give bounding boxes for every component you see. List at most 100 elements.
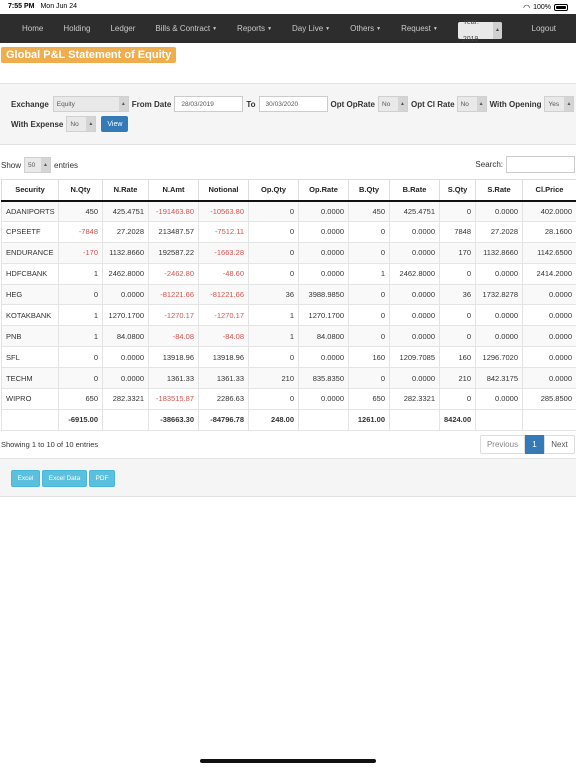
cell-n-amt: 213487.57 [148,220,199,243]
nav-day-live[interactable]: Day Live ▼ [292,24,330,33]
cell-s-rate: 1296.7020 [475,346,523,369]
nav-ledger[interactable]: Ledger [110,24,135,33]
cell-b-qty: 0 [348,220,390,243]
page-1-button[interactable]: 1 [525,435,544,454]
nav-reports-label: Reports [237,24,266,33]
nav-holding[interactable]: Holding [63,24,90,33]
cell-s-rate: 0.0000 [475,200,523,222]
nav-bills-contract[interactable]: Bills & Contract ▼ [155,24,217,33]
nav-home[interactable]: Home [22,24,43,33]
nav-others[interactable]: Others ▼ [350,24,381,33]
next-button[interactable]: Next [544,435,575,454]
column-header-n-amt[interactable]: N.Amt [148,179,199,202]
cell-b-rate: 282.3321 [389,388,440,410]
cell-b-qty: 1 [348,262,390,285]
excel-data-button[interactable]: Excel Data [42,470,87,487]
cell-s-rate: 0.0000 [475,325,523,348]
column-header-n-qty[interactable]: N.Qty [58,179,103,202]
cell-s-rate: 842.3175 [475,367,523,390]
wifi-icon: ◠ [523,3,531,12]
totals-row: -6915.00 -38663.30 -84796.78 248.00 1261.00 8… [1,408,576,431]
cell-n-amt: -84.08 [148,325,199,348]
cell-s-qty: 36 [439,283,476,306]
to-date-input[interactable]: 30/03/2020 [258,96,328,112]
status-bar: 7:55 PM Mon Jun 24 ◠ 100% [0,0,576,14]
cell-n-rate: 0.0000 [102,283,149,306]
cell-b-rate: 2462.8000 [389,262,440,285]
previous-button[interactable]: Previous [480,435,525,454]
year-select[interactable]: Year: 2019 ▲ [457,19,502,43]
cell-n-qty: 450 [58,200,103,222]
nav-reports[interactable]: Reports ▼ [237,24,272,33]
nav-others-label: Others [350,24,375,33]
pdf-button[interactable]: PDF [89,470,115,487]
cell-s-qty: 170 [439,241,476,264]
column-header-notional[interactable]: Notional [198,179,249,202]
column-header-b-rate[interactable]: B.Rate [389,179,440,202]
column-header-s-rate[interactable]: S.Rate [475,179,523,202]
nav-request[interactable]: Request ▼ [401,24,438,33]
cell-op-rate: 84.0800 [298,325,349,348]
caret-down-icon: ▼ [325,25,331,32]
column-header-n-rate[interactable]: N.Rate [102,179,149,202]
cell-b-qty: 0 [348,241,390,264]
cell-op-rate: 0.0000 [298,262,349,285]
cell-b-qty: 450 [348,200,390,222]
entries-select[interactable]: 50 ▲ [24,157,52,173]
nav-logout[interactable]: Logout [532,24,556,33]
show-entries: Show 50 ▲ entries [1,157,78,173]
with-expense-select[interactable]: No ▲ [66,116,97,132]
with-expense-label: With Expense [11,119,64,129]
cell-security: KOTAKBANK [1,304,59,327]
table-row: KOTAKBANK 1 1270.1700 -1270.17 -1270.17 1 1270… [1,304,576,327]
cell-cl-price: 0.0000 [522,283,576,306]
view-button[interactable]: View [101,116,129,132]
top-navbar: Home Holding Ledger Bills & Contract ▼ Re… [0,14,576,43]
exchange-select-value: Equity [56,100,75,108]
from-date-input[interactable]: 28/03/2019 [174,96,244,112]
search-input[interactable] [506,156,575,173]
cell-n-amt: 192587.22 [148,241,199,264]
total-op-rate [298,408,349,431]
column-header-security[interactable]: Security [1,179,59,202]
cell-b-rate: 0.0000 [389,220,440,243]
updown-arrow-icon: ▲ [564,97,574,111]
cell-s-rate: 0.0000 [475,262,523,285]
cell-n-rate: 0.0000 [102,367,149,390]
table-row: ENDURANCE -170 1132.8660 192587.22 -1663.28 0… [1,241,576,264]
nav-day-live-label: Day Live [292,24,324,33]
cell-s-rate: 1132.8660 [475,241,523,264]
opt-clrate-select[interactable]: No ▲ [456,96,487,112]
cell-n-amt: -81221.66 [148,283,199,306]
cell-security: SFL [1,346,59,369]
total-n-rate [102,408,149,431]
cell-b-rate: 0.0000 [389,367,440,390]
cell-n-qty: 1 [58,325,103,348]
cell-notional: -48.60 [198,262,249,285]
with-opening-select[interactable]: Yes ▲ [544,96,575,112]
table-header-row: Security N.Qty N.Rate N.Amt Notional Op.Qty Op… [1,179,576,202]
cell-n-amt: 13918.96 [148,346,199,369]
table-info: Showing 1 to 10 of 10 entries [1,440,99,449]
opt-oprate-select[interactable]: No ▲ [378,96,408,112]
column-header-op-qty[interactable]: Op.Qty [248,179,299,202]
cell-s-qty: 160 [439,346,476,369]
exchange-select[interactable]: Equity ▲ [52,96,129,112]
cell-s-rate: 1732.8278 [475,283,523,306]
total-n-qty: -6915.00 [58,408,103,431]
excel-button[interactable]: Excel [11,470,40,487]
cell-n-rate: 1132.8660 [102,241,149,264]
table-row: HEG 0 0.0000 -81221.66 -81221.66 36 3988.9850 0… [1,283,576,306]
column-header-cl-price[interactable]: Cl.Price [522,179,576,202]
filter-panel: Exchange Equity ▲ From Date 28/03/2019 To… [0,83,576,145]
cell-cl-price: 0.0000 [522,304,576,327]
cell-op-rate: 0.0000 [298,241,349,264]
column-header-b-qty[interactable]: B.Qty [348,179,390,202]
cell-n-qty: 1 [58,304,103,327]
column-header-op-rate[interactable]: Op.Rate [298,179,349,202]
table-search: Search: [475,156,575,173]
status-time: 7:55 PM Mon Jun 24 [8,3,78,10]
opt-oprate-label: Opt OpRate [330,99,375,109]
cell-notional: 2286.63 [198,388,249,410]
column-header-s-qty[interactable]: S.Qty [439,179,476,202]
